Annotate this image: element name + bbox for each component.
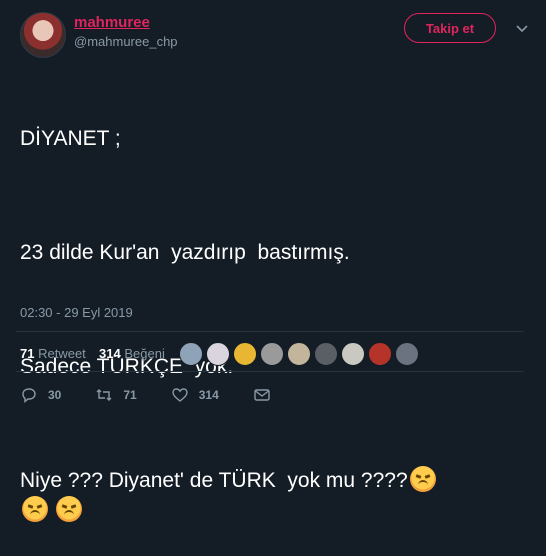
tweet-header: mahmuree @mahmuree_chp Takip et: [20, 12, 530, 58]
liker-avatar[interactable]: [341, 342, 365, 366]
angry-face-icon: [55, 496, 82, 522]
tweet-line: Niye ??? Diyanet' de TÜRK yok mu ????: [20, 469, 408, 492]
reply-count: 30: [48, 388, 62, 402]
liker-avatar[interactable]: [206, 342, 230, 366]
liker-avatar[interactable]: [260, 342, 284, 366]
retweet-button[interactable]: 71: [95, 386, 137, 404]
reply-button[interactable]: 30: [20, 386, 61, 404]
reply-icon: [22, 388, 36, 403]
like-count: 314: [198, 388, 219, 402]
angry-face-icon: [22, 496, 48, 522]
divider: [16, 371, 524, 372]
liker-avatar[interactable]: [314, 342, 338, 366]
user-handle[interactable]: @mahmuree_chp: [74, 34, 178, 49]
avatar[interactable]: [20, 12, 66, 58]
angry-face-icon: [409, 466, 436, 492]
liker-avatar[interactable]: [287, 342, 311, 366]
retweets-count[interactable]: 71: [20, 346, 34, 361]
follow-button[interactable]: Takip et: [404, 13, 496, 43]
tweet-stats: 71 Retweet 314 Beğeni: [20, 346, 165, 361]
like-button[interactable]: 314: [171, 386, 219, 404]
display-name[interactable]: mahmuree: [74, 14, 150, 31]
tweet-line: 23 dilde Kur'an yazdırıp bastırmış.: [20, 241, 350, 264]
tweet-last-paragraph: Niye ??? Diyanet' de TÜRK yok mu ????: [20, 466, 530, 526]
envelope-icon: [254, 389, 270, 401]
tweet-timestamp[interactable]: 02:30 - 29 Eyl 2019: [20, 305, 133, 320]
liker-avatar[interactable]: [368, 342, 392, 366]
likes-count[interactable]: 314: [99, 346, 121, 361]
liker-avatar[interactable]: [233, 342, 257, 366]
liker-avatar[interactable]: [395, 342, 419, 366]
divider: [16, 331, 524, 332]
tweet-line: DİYANET ;: [20, 127, 121, 150]
liker-avatars: [179, 342, 422, 366]
retweet-count: 71: [123, 388, 137, 402]
likes-label[interactable]: Beğeni: [124, 346, 164, 361]
heart-icon: [172, 388, 188, 402]
liker-avatar[interactable]: [179, 342, 203, 366]
message-button[interactable]: [253, 386, 281, 404]
chevron-down-icon[interactable]: [514, 20, 530, 36]
retweet-icon: [96, 389, 112, 401]
retweets-label[interactable]: Retweet: [38, 346, 86, 361]
tweet-actions: 30 71 314: [20, 386, 315, 404]
